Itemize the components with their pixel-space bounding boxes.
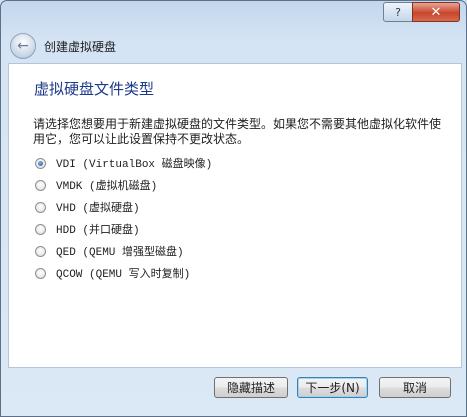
radio-button[interactable]: [35, 223, 46, 235]
hide-description-button[interactable]: 隐藏描述: [214, 377, 288, 398]
radio-label: HDD (并口硬盘): [56, 225, 140, 237]
radio-option-vhd[interactable]: VHD (虚拟硬盘): [35, 198, 140, 216]
page-description: 请选择您想要用于新建虚拟硬盘的文件类型。如果您不需要其他虚拟化软件使用它，您可以…: [33, 117, 442, 146]
radio-option-vmdk[interactable]: VMDK (虚拟机磁盘): [35, 176, 157, 194]
radio-option-qed[interactable]: QED (QEMU 增强型磁盘): [35, 242, 184, 260]
radio-button[interactable]: [35, 245, 46, 257]
help-button[interactable]: ?: [383, 2, 413, 22]
wizard-nav: ← 创建虚拟硬盘: [1, 28, 466, 62]
page-heading: 虚拟硬盘文件类型: [34, 80, 155, 98]
close-icon: ✕: [430, 4, 442, 20]
radio-label: QCOW (QEMU 写入时复制): [56, 269, 191, 281]
dialog-window: ? ✕ ← 创建虚拟硬盘 虚拟硬盘文件类型 请选择您想要用于新建虚拟硬盘的文件类…: [0, 0, 467, 417]
back-arrow-icon: ←: [17, 38, 29, 54]
title-bar: ? ✕: [1, 1, 466, 25]
next-button[interactable]: 下一步(N): [297, 377, 368, 398]
wizard-page: 虚拟硬盘文件类型 请选择您想要用于新建虚拟硬盘的文件类型。如果您不需要其他虚拟化…: [8, 63, 462, 368]
radio-button[interactable]: [35, 267, 46, 279]
radio-label: VMDK (虚拟机磁盘): [56, 181, 158, 193]
radio-label: QED (QEMU 增强型磁盘): [56, 247, 184, 259]
radio-button[interactable]: [35, 201, 46, 213]
radio-option-vdi[interactable]: VDI (VirtualBox 磁盘映像): [35, 154, 212, 172]
close-button[interactable]: ✕: [412, 2, 460, 22]
button-bar: 隐藏描述 下一步(N) 取消: [1, 367, 466, 416]
radio-option-hdd[interactable]: HDD (并口硬盘): [35, 220, 140, 238]
back-button[interactable]: ←: [10, 33, 36, 59]
radio-button[interactable]: [35, 179, 46, 191]
radio-option-qcow[interactable]: QCOW (QEMU 写入时复制): [35, 264, 190, 282]
wizard-title: 创建虚拟硬盘: [44, 40, 117, 54]
radio-button[interactable]: [35, 157, 46, 169]
radio-label: VHD (虚拟硬盘): [56, 203, 140, 215]
radio-label: VDI (VirtualBox 磁盘映像): [56, 159, 213, 171]
cancel-button[interactable]: 取消: [379, 377, 451, 398]
